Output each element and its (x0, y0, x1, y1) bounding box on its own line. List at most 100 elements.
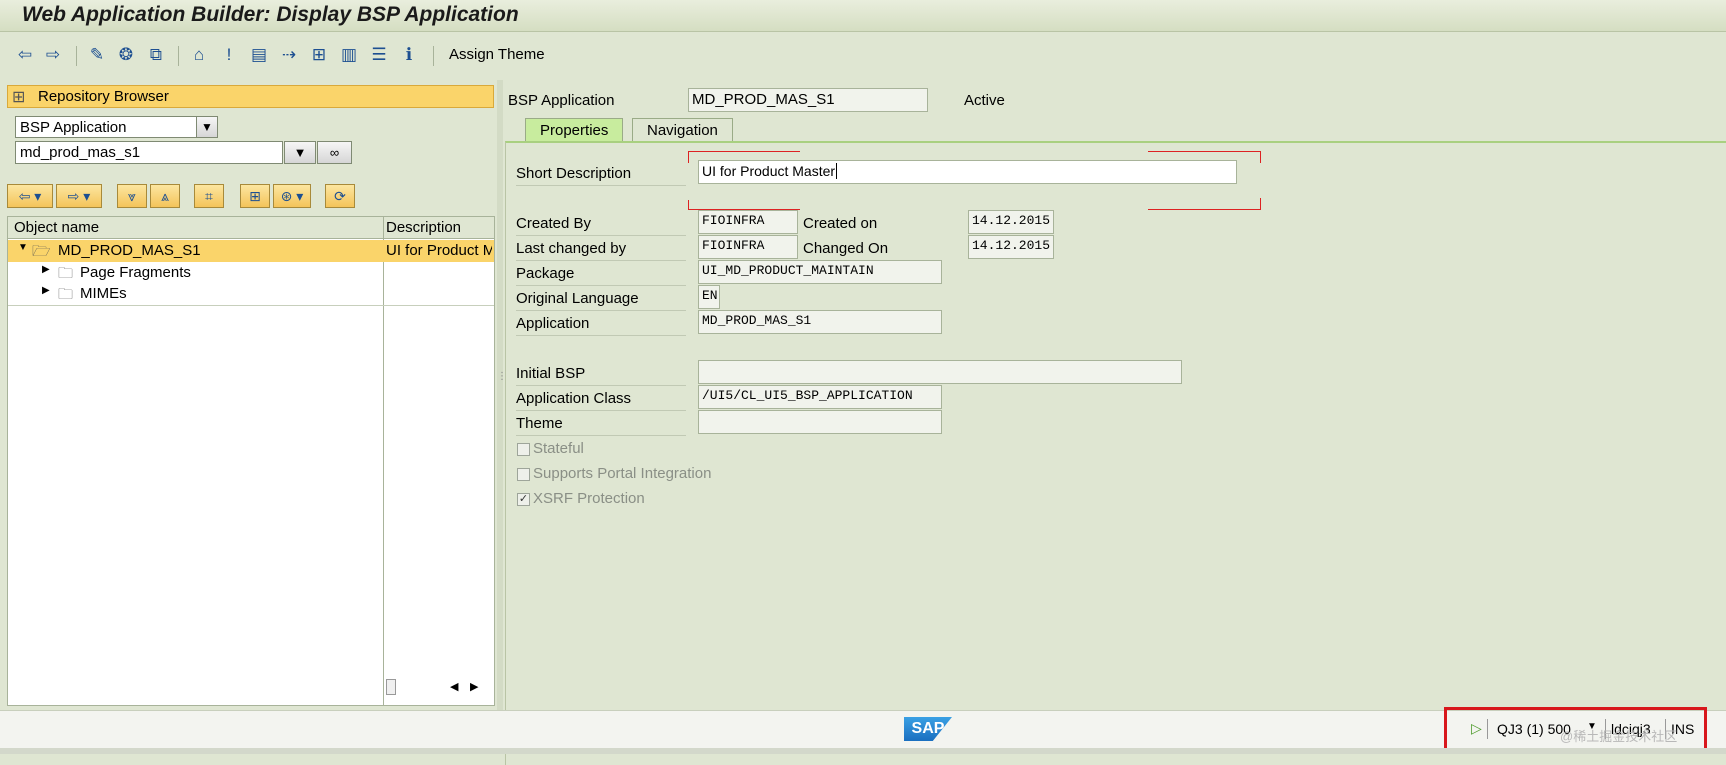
panel-splitter[interactable]: ⋮ (497, 80, 507, 710)
tree-item-description: UI for Product M (386, 242, 492, 259)
tree-item-label: Page Fragments (80, 264, 191, 281)
object-type-select[interactable]: BSP Application (15, 116, 199, 138)
bsp-application-label: BSP Application (508, 92, 615, 109)
short-description-value: UI for Product Master (702, 163, 836, 179)
short-description-label: Short Description (516, 165, 632, 182)
theme-field[interactable] (698, 410, 942, 434)
application-field[interactable]: MD_PROD_MAS_S1 (698, 310, 942, 334)
expand-all-button[interactable]: ⩔ (117, 184, 147, 208)
created-by-field[interactable]: FIOINFRA (698, 210, 798, 234)
initial-bsp-field[interactable] (698, 360, 1182, 384)
application-label: Application (516, 315, 590, 332)
package-label: Package (516, 265, 575, 282)
toolbar-separator (433, 46, 434, 66)
settings-button[interactable]: ⊛ ▾ (273, 184, 311, 208)
printer-icon[interactable]: ▥ (338, 44, 360, 66)
highlight-marker (1260, 198, 1261, 210)
short-description-field[interactable]: UI for Product Master (698, 160, 1237, 184)
text-cursor (836, 163, 838, 179)
object-type-dropdown-button[interactable]: ▼ (196, 116, 218, 138)
portal-integration-checkbox[interactable] (517, 468, 530, 481)
created-on-label: Created on (803, 215, 878, 232)
next-object-button[interactable]: ⇨ ▾ (56, 184, 102, 208)
original-language-label: Original Language (516, 290, 639, 307)
info-pin-icon[interactable]: ǃ (218, 44, 240, 66)
changed-on-field[interactable]: 14.12.2015 (968, 235, 1054, 259)
expand-icon: ⩔ (128, 187, 136, 204)
caret-right-icon[interactable]: ▶ (42, 264, 50, 275)
forward-arrow-icon[interactable]: ⇨ (42, 44, 64, 66)
original-language-field[interactable]: EN (698, 285, 720, 309)
window-title: Web Application Builder: Display BSP App… (22, 3, 519, 26)
highlight-marker (1148, 151, 1260, 152)
divider (1487, 719, 1488, 739)
tree-row[interactable]: ▶ 🗀 Page Fragments (8, 262, 494, 284)
tab-navigation[interactable]: Navigation (632, 118, 733, 142)
object-list-icon[interactable]: ⊞ (308, 44, 330, 66)
hierarchy-icon: ⊞ (12, 89, 26, 106)
where-used-icon[interactable]: ⌂ (188, 44, 210, 66)
application-class-field[interactable]: /UI5/CL_UI5_BSP_APPLICATION (698, 385, 942, 409)
toolbar-separator (76, 46, 77, 66)
tree-row[interactable]: ▶ 🗀 MIMEs (8, 283, 494, 305)
refresh-icon: ⟳ (334, 187, 346, 204)
display-object-icon[interactable]: ▤ (248, 44, 270, 66)
highlight-marker (688, 151, 689, 163)
bsp-application-field[interactable]: MD_PROD_MAS_S1 (688, 88, 928, 112)
divider (8, 305, 494, 306)
information-icon[interactable]: ℹ (398, 44, 420, 66)
tree-item-label: MD_PROD_MAS_S1 (58, 242, 201, 259)
check-icon[interactable]: ⧉ (145, 44, 167, 66)
assign-theme-button[interactable]: Assign Theme (449, 46, 545, 63)
previous-object-button[interactable]: ⇦ ▾ (7, 184, 53, 208)
back-arrow-icon: ⇦ ▾ (18, 187, 42, 204)
column-object-name[interactable]: Object name (14, 219, 99, 236)
find-button[interactable]: ⌗ (194, 184, 224, 208)
created-on-field[interactable]: 14.12.2015 (968, 210, 1054, 234)
play-icon[interactable]: ▷ (1471, 720, 1482, 737)
stateful-label: Stateful (533, 440, 584, 457)
chevron-down-icon: ▼ (201, 120, 213, 134)
tree-header: Object name Description (8, 217, 494, 239)
field-underline (516, 260, 686, 261)
tree-row[interactable]: ▼ 🗁 MD_PROD_MAS_S1 UI for Product M (8, 240, 494, 262)
scroll-thumb[interactable] (386, 679, 396, 695)
column-description[interactable]: Description (386, 219, 461, 236)
horizontal-scrollbar[interactable]: ◀ ▶ (386, 679, 486, 697)
display-list-icon[interactable]: ☰ (368, 44, 390, 66)
field-underline (516, 285, 686, 286)
changed-on-label: Changed On (803, 240, 889, 257)
scroll-left-icon[interactable]: ◀ (450, 680, 458, 693)
bsp-detail-panel: BSP Application MD_PROD_MAS_S1 Active Pr… (505, 80, 1726, 765)
package-field[interactable]: UI_MD_PRODUCT_MAINTAIN (698, 260, 942, 284)
forward-arrow-icon: ⇨ ▾ (67, 187, 91, 204)
highlight-marker (688, 151, 800, 152)
stateful-checkbox[interactable] (517, 443, 530, 456)
object-name-input[interactable]: md_prod_mas_s1 (15, 141, 283, 164)
collapse-all-button[interactable]: ⩓ (150, 184, 180, 208)
toolbar-separator (178, 46, 179, 66)
chevron-down-icon: ▼ (293, 145, 307, 160)
repository-browser-title: Repository Browser (38, 88, 169, 105)
scroll-right-icon[interactable]: ▶ (470, 680, 478, 693)
activate-icon[interactable]: ❂ (115, 44, 137, 66)
tab-properties[interactable]: Properties (525, 118, 624, 142)
refresh-button[interactable]: ⟳ (325, 184, 355, 208)
navigation-icon[interactable]: ⇢ (278, 44, 300, 66)
hierarchy-icon: ⊞ (249, 187, 261, 204)
caret-down-icon[interactable]: ▼ (18, 242, 28, 253)
back-arrow-icon[interactable]: ⇦ (14, 44, 36, 66)
last-changed-by-field[interactable]: FIOINFRA (698, 235, 798, 259)
last-changed-by-label: Last changed by (516, 240, 627, 257)
xsrf-protection-checkbox[interactable]: ✓ (517, 493, 530, 506)
edit-toggle-icon[interactable]: ✎ (86, 44, 108, 66)
collapse-icon: ⩓ (161, 187, 169, 204)
properties-tab-body: Short Description UI for Product Master … (505, 141, 1726, 765)
object-name-dropdown-button[interactable]: ▼ (284, 141, 316, 164)
tree-item-label: MIMEs (80, 285, 127, 302)
hierarchy-button[interactable]: ⊞ (240, 184, 270, 208)
repository-browser-header[interactable]: ⊞ Repository Browser (7, 85, 494, 108)
binoculars-icon: ⌗ (205, 187, 213, 204)
display-glasses-button[interactable]: ∞ (317, 141, 352, 164)
caret-right-icon[interactable]: ▶ (42, 285, 50, 296)
